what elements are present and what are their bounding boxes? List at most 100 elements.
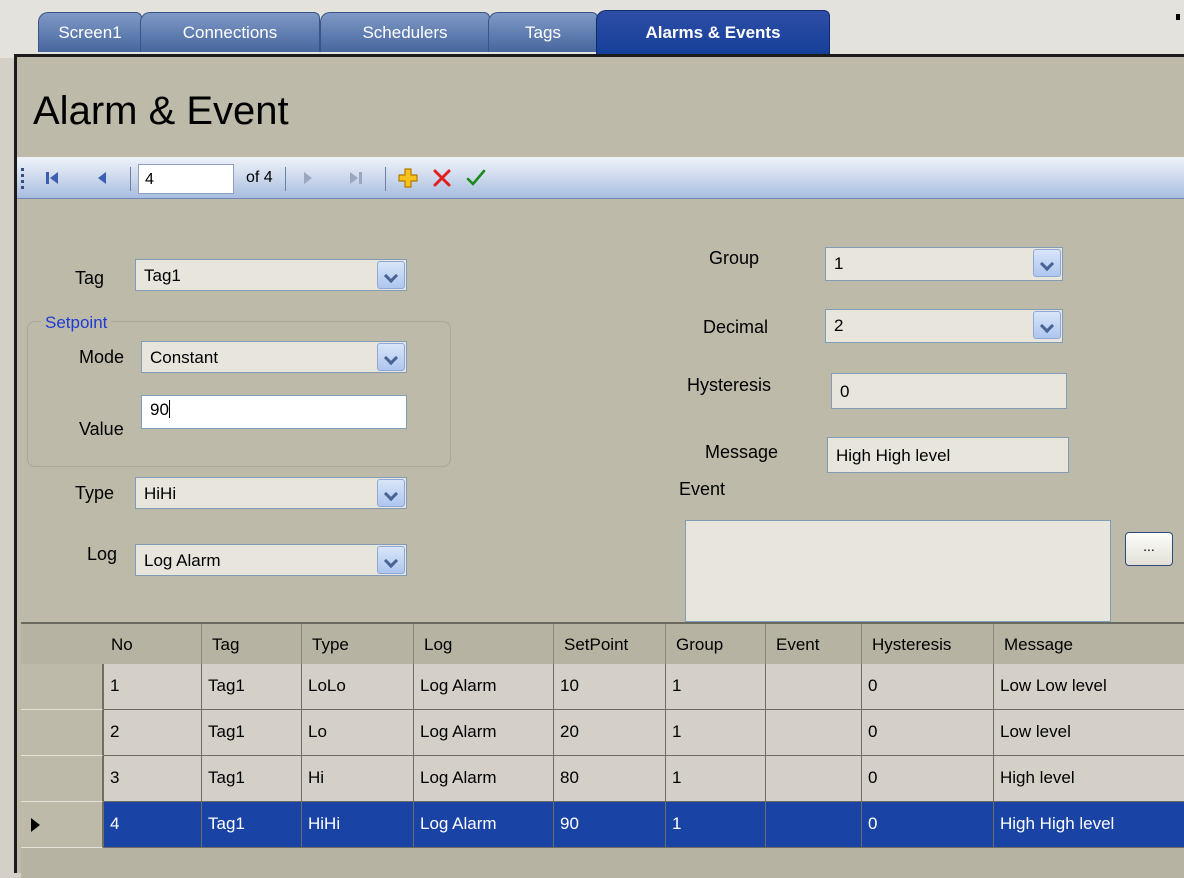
cell-event[interactable] — [765, 664, 861, 710]
chevron-down-icon[interactable] — [377, 343, 405, 371]
cell-message[interactable]: High High level — [993, 802, 1184, 848]
tab-label: Alarms & Events — [645, 22, 781, 42]
table-row[interactable]: 2 Tag1 Lo Log Alarm 20 1 0 Low level — [21, 710, 1184, 756]
cell-event[interactable] — [765, 756, 861, 802]
table-row-selected[interactable]: 4 Tag1 HiHi Log Alarm 90 1 0 High High l… — [21, 802, 1184, 848]
tab-alarms-events[interactable]: Alarms & Events — [596, 10, 830, 54]
cell-message[interactable]: Low Low level — [993, 664, 1184, 710]
cell-group[interactable]: 1 — [665, 756, 765, 802]
cell-type[interactable]: Lo — [301, 710, 413, 756]
cell-log[interactable]: Log Alarm — [413, 802, 553, 848]
chevron-down-icon[interactable] — [377, 546, 405, 574]
tab-screen1[interactable]: Screen1 — [38, 12, 142, 52]
setpoint-value: 90 — [150, 400, 169, 419]
cell-setpoint[interactable]: 90 — [553, 802, 665, 848]
move-next-icon[interactable] — [295, 165, 321, 191]
cell-setpoint[interactable]: 80 — [553, 756, 665, 802]
row-header[interactable] — [21, 664, 103, 710]
cell-group[interactable]: 1 — [665, 710, 765, 756]
column-header-group[interactable]: Group — [665, 624, 765, 664]
decimal-combobox[interactable]: 2 — [825, 309, 1063, 343]
tab-tags[interactable]: Tags — [488, 12, 598, 52]
column-header-log[interactable]: Log — [413, 624, 553, 664]
row-header[interactable] — [21, 802, 103, 848]
tab-connections[interactable]: Connections — [140, 12, 320, 52]
cell-log[interactable]: Log Alarm — [413, 756, 553, 802]
cell-message[interactable]: High level — [993, 756, 1184, 802]
chevron-down-icon[interactable] — [1033, 311, 1061, 339]
event-browse-button[interactable]: ... — [1125, 532, 1173, 566]
message-input[interactable]: High High level — [827, 437, 1069, 473]
column-header-tag[interactable]: Tag — [201, 624, 301, 664]
tag-combobox[interactable]: Tag1 — [135, 259, 407, 291]
move-previous-icon[interactable] — [89, 165, 115, 191]
column-header-type[interactable]: Type — [301, 624, 413, 664]
cell-no[interactable]: 3 — [103, 756, 201, 802]
decimal-value: 2 — [834, 316, 844, 335]
chevron-down-icon[interactable] — [377, 479, 405, 507]
event-textarea[interactable] — [685, 520, 1111, 622]
cell-event[interactable] — [765, 710, 861, 756]
cell-event[interactable] — [765, 802, 861, 848]
cell-hysteresis[interactable]: 0 — [861, 756, 993, 802]
tab-label: Tags — [525, 22, 561, 42]
cell-log[interactable]: Log Alarm — [413, 664, 553, 710]
column-header-setpoint[interactable]: SetPoint — [553, 624, 665, 664]
setpoint-value-input[interactable]: 90 — [141, 395, 407, 429]
cell-hysteresis[interactable]: 0 — [861, 710, 993, 756]
cell-no[interactable]: 1 — [103, 664, 201, 710]
cell-message[interactable]: Low level — [993, 710, 1184, 756]
cell-log[interactable]: Log Alarm — [413, 710, 553, 756]
cell-tag[interactable]: Tag1 — [201, 664, 301, 710]
chevron-down-icon[interactable] — [1033, 249, 1061, 277]
tab-label: Connections — [182, 22, 278, 42]
column-header-hysteresis[interactable]: Hysteresis — [861, 624, 993, 664]
log-combobox[interactable]: Log Alarm — [135, 544, 407, 576]
cell-type[interactable]: HiHi — [301, 802, 413, 848]
group-combobox[interactable]: 1 — [825, 247, 1063, 281]
hysteresis-input[interactable]: 0 — [831, 373, 1067, 409]
type-combobox[interactable]: HiHi — [135, 477, 407, 509]
tab-schedulers[interactable]: Schedulers — [320, 12, 490, 52]
toolbar-grip[interactable] — [21, 168, 24, 190]
row-header[interactable] — [21, 756, 103, 802]
move-first-icon[interactable] — [39, 165, 65, 191]
mode-combobox[interactable]: Constant — [141, 341, 407, 373]
column-header-message[interactable]: Message — [993, 624, 1184, 664]
move-last-icon[interactable] — [343, 165, 369, 191]
cell-group[interactable]: 1 — [665, 802, 765, 848]
cell-type[interactable]: Hi — [301, 756, 413, 802]
cell-tag[interactable]: Tag1 — [201, 802, 301, 848]
cell-hysteresis[interactable]: 0 — [861, 664, 993, 710]
save-icon[interactable] — [463, 165, 489, 191]
tag-label: Tag — [75, 268, 105, 288]
count-label: of 4 — [246, 169, 273, 186]
grid-corner-header — [21, 624, 101, 664]
cell-tag[interactable]: Tag1 — [201, 756, 301, 802]
chevron-down-icon[interactable] — [377, 261, 405, 289]
toolbar-separator — [130, 167, 131, 191]
cell-no[interactable]: 2 — [103, 710, 201, 756]
delete-icon[interactable] — [429, 165, 455, 191]
binding-navigator: 4 of 4 — [17, 157, 1184, 199]
message-label: Message — [705, 442, 779, 462]
row-header[interactable] — [21, 710, 103, 756]
cell-setpoint[interactable]: 20 — [553, 710, 665, 756]
hysteresis-label: Hysteresis — [687, 375, 772, 395]
type-value: HiHi — [144, 484, 177, 503]
cell-tag[interactable]: Tag1 — [201, 710, 301, 756]
cell-no[interactable]: 4 — [103, 802, 201, 848]
table-row[interactable]: 3 Tag1 Hi Log Alarm 80 1 0 High level — [21, 756, 1184, 802]
cell-setpoint[interactable]: 10 — [553, 664, 665, 710]
column-header-event[interactable]: Event — [765, 624, 861, 664]
alarms-grid: No Tag Type Log SetPoint Group Event Hys… — [21, 622, 1184, 878]
column-header-no[interactable]: No — [101, 624, 201, 664]
cell-group[interactable]: 1 — [665, 664, 765, 710]
cell-hysteresis[interactable]: 0 — [861, 802, 993, 848]
add-new-icon[interactable] — [395, 165, 421, 191]
cell-type[interactable]: LoLo — [301, 664, 413, 710]
tab-label: Schedulers — [362, 22, 448, 42]
table-row[interactable]: 1 Tag1 LoLo Log Alarm 10 1 0 Low Low lev… — [21, 664, 1184, 710]
position-input[interactable]: 4 — [138, 164, 234, 194]
event-label: Event — [679, 479, 726, 499]
